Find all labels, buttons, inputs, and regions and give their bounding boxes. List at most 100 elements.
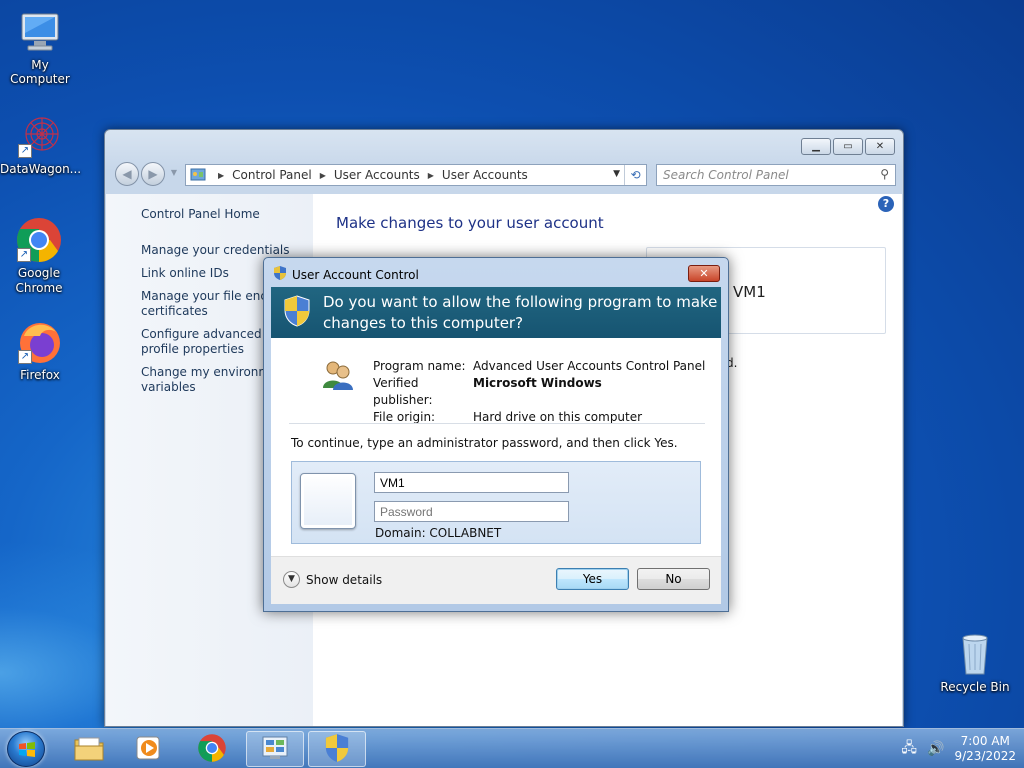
publisher-value: Microsoft Windows	[473, 376, 602, 390]
account-name: VM1	[733, 283, 766, 301]
breadcrumb-control-panel[interactable]: Control Panel	[232, 168, 312, 182]
recent-pages-chevron-icon[interactable]: ▼	[169, 162, 179, 186]
sidebar-item-environment-variables[interactable]: Change my environme	[141, 365, 277, 380]
uac-shield-icon	[324, 733, 350, 766]
address-bar[interactable]: ▶ Control Panel ▶ User Accounts ▶ User A…	[185, 164, 647, 186]
sidebar-item-link-online-ids[interactable]: Link online IDs	[141, 266, 229, 281]
taskbar-uac[interactable]	[308, 731, 366, 767]
desktop-icon-datawagon[interactable]: ↗ DataWagon...	[0, 112, 82, 176]
windows-logo-icon	[18, 741, 36, 762]
clock[interactable]: 7:00 AM 9/23/2022	[954, 734, 1016, 764]
desktop-icon-label: My Computer	[10, 58, 70, 86]
program-name-row: Program name: Advanced User Accounts Con…	[321, 358, 705, 375]
close-button[interactable]: ✕	[865, 138, 895, 155]
sidebar-item-environment-variables-line2[interactable]: variables	[141, 380, 196, 395]
refresh-icon[interactable]: ⟲	[624, 165, 646, 185]
search-input[interactable]: Search Control Panel ⚲	[656, 164, 896, 186]
breadcrumb-arrow-icon: ▶	[319, 170, 326, 180]
computer-icon	[16, 8, 64, 56]
user-tile-avatar	[300, 473, 356, 529]
publisher-row: Verified publisher: Microsoft Windows	[321, 375, 705, 409]
system-tray: 🖧 🔊 7:00 AM 9/23/2022	[901, 733, 1016, 765]
sidebar-item-control-panel-home[interactable]: Control Panel Home	[141, 207, 260, 222]
sidebar-item-advanced-profile-line2[interactable]: profile properties	[141, 342, 244, 357]
breadcrumb-user-accounts-current[interactable]: User Accounts	[442, 168, 528, 182]
uac-instruction: To continue, type an administrator passw…	[291, 436, 678, 450]
datawagon-icon: ↗	[16, 112, 64, 160]
desktop-icon-firefox[interactable]: ↗ Firefox	[0, 318, 80, 382]
page-title: Make changes to your user account	[336, 214, 604, 232]
uac-banner: Do you want to allow the following progr…	[271, 287, 721, 338]
control-panel-icon	[260, 734, 290, 765]
sidebar-item-file-encryption-line2[interactable]: certificates	[141, 304, 208, 319]
navigation-bar: ◀ ▶ ▼ ▶ Control Panel ▶ User Accounts ▶ …	[113, 162, 896, 188]
chrome-icon	[197, 733, 227, 766]
network-icon[interactable]: 🖧	[901, 737, 917, 761]
desktop-icon-recycle-bin[interactable]: Recycle Bin	[935, 630, 1015, 694]
window-controls: ▁ ▭ ✕	[801, 138, 895, 155]
program-name-label: Program name:	[373, 359, 466, 373]
desktop-icon-label: DataWagon...	[0, 162, 82, 176]
uac-titlebar: User Account Control	[272, 265, 419, 284]
desktop-icon-label: Recycle Bin	[940, 680, 1010, 694]
uac-question-line1: Do you want to allow the following progr…	[323, 292, 718, 311]
publisher-label: Verified publisher:	[373, 376, 433, 407]
uac-question-line2: changes to this computer?	[323, 313, 524, 332]
program-info: Program name: Advanced User Accounts Con…	[321, 358, 705, 426]
yes-button[interactable]: Yes	[556, 568, 629, 590]
shortcut-arrow-icon: ↗	[18, 350, 32, 364]
folder-icon	[73, 734, 105, 765]
uac-question: Do you want to allow the following progr…	[323, 292, 717, 334]
show-details-toggle[interactable]: ▼ Show details	[283, 571, 382, 588]
desktop-icon-google-chrome[interactable]: ↗ Google Chrome	[0, 216, 78, 296]
minimize-button[interactable]: ▁	[801, 138, 831, 155]
show-details-label: Show details	[306, 572, 383, 587]
program-name-value: Advanced User Accounts Control Panel	[473, 359, 706, 373]
uac-content: Program name: Advanced User Accounts Con…	[271, 338, 721, 604]
uac-shield-small-icon	[272, 265, 288, 284]
taskbar-control-panel[interactable]	[246, 731, 304, 767]
taskbar-media-player[interactable]	[120, 731, 178, 767]
taskbar-explorer[interactable]	[60, 731, 118, 767]
maximize-button[interactable]: ▭	[833, 138, 863, 155]
desktop-icon-my-computer[interactable]: My Computer	[0, 8, 80, 86]
help-icon[interactable]: ?	[878, 196, 894, 212]
sidebar-item-file-encryption[interactable]: Manage your file encry	[141, 289, 279, 304]
clock-date: 9/23/2022	[954, 749, 1016, 763]
sidebar-item-advanced-profile[interactable]: Configure advanced us	[141, 327, 279, 342]
shortcut-arrow-icon: ↗	[17, 248, 31, 262]
back-button[interactable]: ◀	[115, 162, 139, 186]
no-button[interactable]: No	[637, 568, 710, 590]
taskbar: 🖧 🔊 7:00 AM 9/23/2022	[0, 728, 1024, 768]
search-icon[interactable]: ⚲	[880, 167, 889, 181]
media-player-icon	[134, 733, 164, 766]
recycle-bin-icon	[951, 630, 999, 678]
search-placeholder: Search Control Panel	[663, 168, 789, 182]
uac-dialog: User Account Control ✕ Do you want to al…	[263, 257, 729, 612]
chevron-down-icon: ▼	[283, 571, 300, 588]
username-field[interactable]	[374, 472, 569, 493]
shortcut-arrow-icon: ↗	[18, 144, 32, 158]
breadcrumb-arrow-icon: ▶	[427, 170, 434, 180]
breadcrumb-arrow-icon: ▶	[218, 170, 225, 180]
volume-icon[interactable]: 🔊	[927, 741, 944, 757]
domain-label: Domain: COLLABNET	[375, 526, 502, 540]
credential-panel[interactable]: Domain: COLLABNET	[291, 461, 701, 544]
forward-button[interactable]: ▶	[141, 162, 165, 186]
sidebar-item-manage-credentials[interactable]: Manage your credentials	[141, 243, 290, 258]
firefox-icon: ↗	[16, 318, 64, 366]
address-dropdown-icon[interactable]: ▼	[613, 169, 620, 179]
clock-time: 7:00 AM	[960, 734, 1010, 748]
start-button[interactable]	[7, 731, 45, 767]
uac-footer: ▼ Show details Yes No	[271, 556, 721, 604]
breadcrumb-user-accounts[interactable]: User Accounts	[334, 168, 420, 182]
taskbar-chrome[interactable]	[183, 731, 241, 767]
uac-window-title: User Account Control	[292, 267, 419, 282]
chrome-icon: ↗	[15, 216, 63, 264]
password-field[interactable]	[374, 501, 569, 522]
desktop-icon-label: Google Chrome	[15, 266, 63, 295]
desktop-icon-label: Firefox	[20, 368, 60, 382]
uac-close-button[interactable]: ✕	[688, 265, 720, 282]
divider	[289, 423, 705, 424]
control-panel-icon	[190, 167, 206, 183]
